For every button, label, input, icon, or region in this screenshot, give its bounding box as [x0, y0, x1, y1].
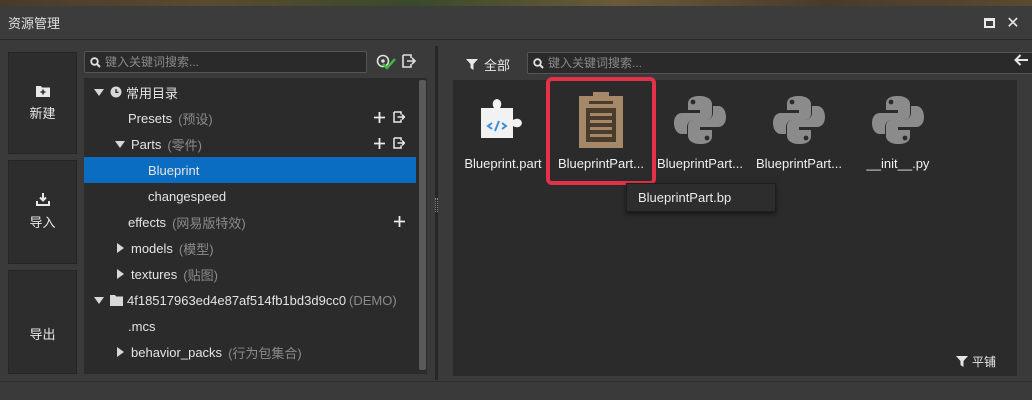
tree-label: effects — [128, 214, 167, 230]
filter-all-button[interactable]: 全部 — [466, 55, 510, 74]
add-icon[interactable] — [374, 137, 385, 149]
locate-check-icon — [376, 54, 396, 70]
arrow-left-icon — [1014, 54, 1028, 66]
file-search-input[interactable] — [548, 56, 1008, 70]
expand-arrow-icon — [94, 296, 104, 304]
collapsed-arrow-icon — [117, 243, 124, 253]
tree-label: textures — [131, 266, 178, 282]
tile-view-button[interactable]: 平铺 — [956, 353, 996, 370]
folder-icon — [110, 294, 123, 306]
tree-sublabel: (网易版特效) — [172, 215, 246, 231]
file-item[interactable]: BlueprintPart... — [652, 80, 748, 186]
import-icon — [35, 193, 50, 206]
file-name: __init__.py — [866, 156, 930, 171]
filter-icon — [466, 59, 478, 70]
file-grid: Blueprint.part BlueprintPart... Blueprin… — [453, 77, 1017, 376]
tree-label: Blueprint — [148, 162, 200, 178]
filter-icon — [956, 356, 968, 367]
export-icon[interactable] — [393, 111, 405, 123]
tree-row-presets[interactable]: Presets (预设) — [84, 105, 416, 131]
python-icon — [670, 90, 730, 150]
tree-sublabel: (DEMO) — [349, 292, 397, 308]
tree-row-changespeed[interactable]: changespeed — [84, 183, 416, 209]
panel-splitter[interactable] — [435, 46, 438, 380]
tree-label: Presets — [128, 110, 173, 126]
tree-row-blueprint[interactable]: Blueprint — [84, 157, 416, 183]
collapse-button[interactable] — [402, 54, 417, 71]
collapse-icon — [402, 54, 417, 68]
file-item[interactable]: BlueprintPart... — [751, 80, 847, 186]
tree-label: changespeed — [148, 188, 227, 204]
tree-sublabel: (预设) — [178, 111, 213, 127]
tree-row-demo-project[interactable]: 4f18517963ed4e87af514fb1bd3d9cc0 (DEMO) — [84, 287, 416, 313]
directory-tree-panel: 常用目录 Presets (预设) Parts (零件) Blueprint c… — [84, 46, 432, 376]
file-name: BlueprintPart... — [657, 156, 743, 171]
splitter-grip[interactable] — [435, 198, 438, 212]
export-label: 导出 — [29, 326, 56, 342]
import-button[interactable]: 导入 — [8, 160, 77, 264]
export-button[interactable]: 导出 — [8, 270, 77, 374]
tree-search-box — [84, 51, 367, 73]
window-title: 资源管理 — [8, 16, 61, 31]
expand-arrow-icon — [115, 140, 125, 148]
add-icon[interactable] — [374, 111, 385, 123]
tree-sublabel: (行为包集合) — [228, 345, 302, 361]
tree-sublabel: (贴图) — [183, 267, 218, 283]
locate-button[interactable] — [376, 54, 396, 73]
tree-row-mcs[interactable]: .mcs — [84, 313, 416, 339]
file-item[interactable]: __init__.py — [850, 80, 946, 186]
file-search-box — [527, 52, 1032, 74]
back-button[interactable] — [1014, 54, 1028, 69]
filter-all-label: 全部 — [484, 58, 511, 73]
python-icon — [868, 90, 928, 150]
close-icon: ✕ — [1006, 15, 1020, 32]
selection-highlight — [546, 77, 656, 185]
tree-row-behavior-packs[interactable]: behavior_packs (行为包集合) — [84, 339, 416, 365]
close-button[interactable]: ✕ — [1004, 14, 1022, 32]
status-bar — [0, 381, 1032, 400]
import-label: 导入 — [29, 215, 56, 230]
tree-row-effects[interactable]: effects (网易版特效) — [84, 209, 416, 235]
new-button[interactable]: 新建 — [8, 52, 77, 154]
tile-view-label: 平铺 — [972, 355, 997, 369]
collapsed-arrow-icon — [117, 347, 124, 357]
tree-label: behavior_packs — [131, 344, 223, 360]
tree-sublabel: (零件) — [167, 137, 203, 153]
parts-actions — [374, 137, 405, 149]
effects-actions — [394, 216, 405, 227]
add-icon[interactable] — [394, 216, 405, 227]
puzzle-code-icon — [473, 90, 533, 150]
clock-icon — [110, 86, 122, 98]
tree-label: 4f18517963ed4e87af514fb1bd3d9cc0 — [127, 292, 347, 308]
python-icon — [769, 90, 829, 150]
new-folder-icon — [35, 85, 50, 97]
title-bar: 资源管理 ✕ — [0, 6, 1032, 40]
file-tooltip: BlueprintPart.bp — [626, 183, 776, 212]
tree-row-favorites[interactable]: 常用目录 — [84, 79, 416, 105]
maximize-button[interactable] — [980, 14, 998, 32]
file-name: Blueprint.part — [464, 156, 542, 171]
new-label: 新建 — [29, 105, 56, 121]
tree-label: models — [131, 240, 173, 256]
tree-label: Parts — [131, 136, 162, 152]
search-icon — [533, 57, 544, 69]
tree-row-textures[interactable]: textures (贴图) — [84, 261, 416, 287]
tooltip-text: BlueprintPart.bp — [638, 190, 732, 205]
presets-actions — [374, 111, 405, 123]
expand-arrow-icon — [94, 88, 104, 96]
collapsed-arrow-icon — [117, 269, 124, 279]
maximize-icon — [983, 18, 995, 28]
tree-row-parts[interactable]: Parts (零件) — [84, 131, 416, 157]
file-item[interactable]: Blueprint.part — [455, 80, 551, 186]
tree-scrollbar[interactable] — [419, 80, 426, 370]
tree-search-input[interactable] — [105, 55, 345, 69]
tree-label: 常用目录 — [126, 85, 179, 101]
file-browser-toolbar: 全部 — [450, 46, 1032, 80]
tree-row-models[interactable]: models (模型) — [84, 235, 416, 261]
search-icon — [90, 56, 101, 68]
file-name: BlueprintPart... — [756, 156, 842, 171]
export-icon[interactable] — [393, 137, 405, 149]
tree-label: .mcs — [128, 318, 156, 334]
tree-sublabel: (模型) — [178, 241, 214, 257]
